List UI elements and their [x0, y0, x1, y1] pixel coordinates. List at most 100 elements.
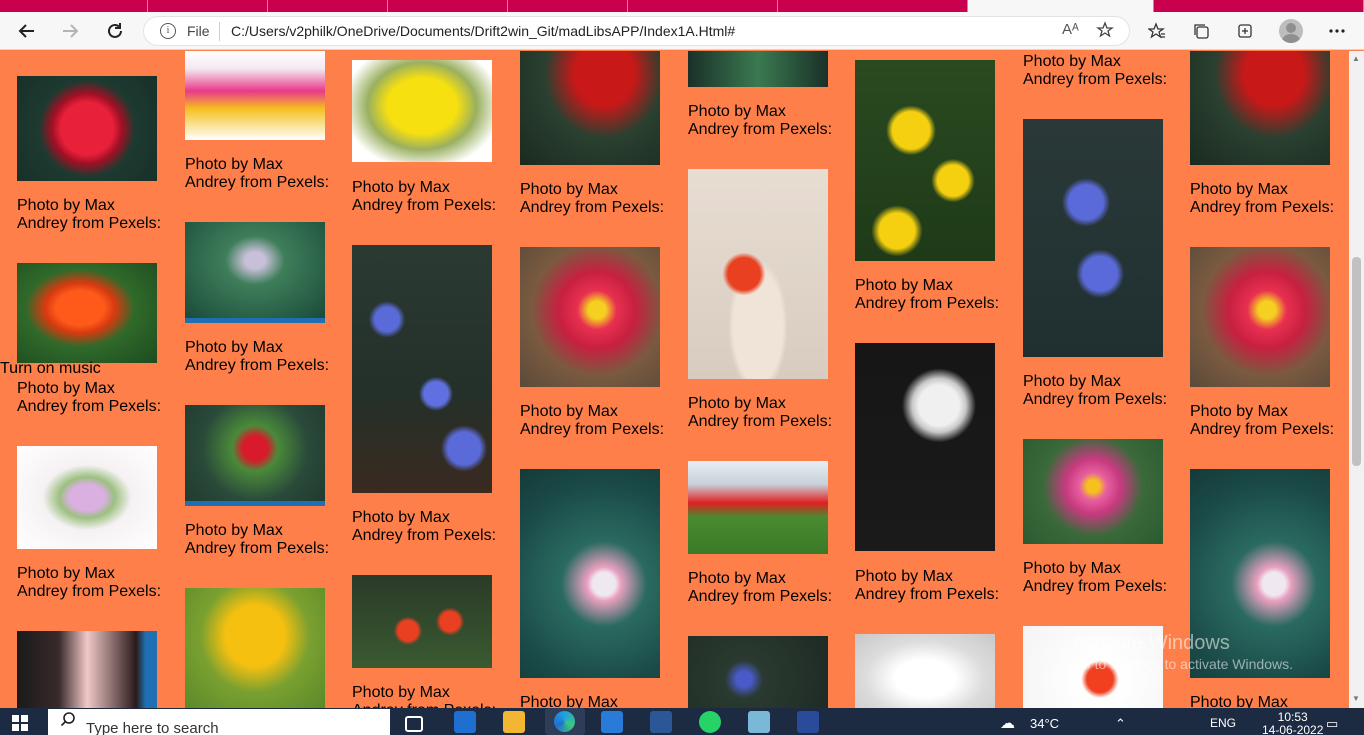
photo-caption: Photo by Max Andrey from Pexels:	[1190, 181, 1335, 216]
photo-caption: Photo by Max Andrey from Pexels:	[185, 522, 330, 557]
store-icon[interactable]	[601, 711, 623, 733]
photo-caption: Photo by Max Andrey from Pexels:	[1190, 694, 1288, 708]
browser-tab[interactable]	[388, 0, 508, 12]
photo-caption: Photo by Max Andrey from Pexels:	[17, 380, 162, 415]
photo-caption: Photo by Max Andrey from Pexels:	[17, 565, 162, 600]
photo-caption: Photo by Max Andrey from Pexels:	[688, 103, 833, 138]
more-icon[interactable]	[1322, 16, 1352, 46]
scroll-down-icon[interactable]: ▼	[1352, 694, 1360, 703]
flower-photo	[855, 634, 995, 708]
forward-arrow-icon[interactable]	[55, 16, 85, 46]
flower-photo	[688, 461, 828, 554]
flower-photo	[17, 76, 157, 181]
browser-tab[interactable]	[268, 0, 388, 12]
photo-caption: Photo by Max Andrey from Pexels:	[688, 570, 833, 605]
read-aloud-icon[interactable]: Aᴬ	[1062, 21, 1079, 38]
powershell-icon[interactable]	[797, 711, 819, 733]
browser-tab[interactable]	[1154, 0, 1364, 12]
tray-chevron-up-icon[interactable]: ⌃	[1115, 716, 1126, 732]
refresh-icon[interactable]	[100, 16, 130, 46]
scroll-up-icon[interactable]: ▲	[1352, 54, 1360, 63]
photo-caption: Photo by Max Andrey from Pexels:	[520, 403, 665, 438]
system-clock[interactable]: 10:53 14-06-2022	[1262, 711, 1323, 735]
flower-photo	[185, 588, 325, 708]
flower-photo	[1190, 247, 1330, 387]
address-bar[interactable]: i File C:/Users/v2philk/OneDrive/Documen…	[143, 16, 1130, 46]
page-viewport: Photo by Max Andrey from Pexels: Turn on…	[0, 51, 1349, 708]
scrollbar-thumb[interactable]	[1352, 257, 1361, 466]
search-icon	[60, 711, 76, 732]
weather-temperature[interactable]: 34°C	[1030, 716, 1059, 731]
taskbar: Type here to search ☁ 34°C ⌃ ENG 10:53 1…	[0, 708, 1364, 735]
flower-photo	[185, 51, 325, 140]
flower-photo	[1023, 119, 1163, 357]
address-divider	[219, 22, 220, 41]
photo-caption: Photo by Max Andrey from Pexels:	[352, 684, 496, 708]
info-icon[interactable]: i	[160, 23, 176, 39]
flower-photo	[688, 169, 828, 379]
photo-caption: Photo by Max Andrey from Pexels:	[855, 277, 1000, 312]
favorites-icon[interactable]	[1142, 16, 1172, 46]
photo-caption: Photo by Max Andrey from Pexels:	[688, 395, 833, 430]
word-icon[interactable]	[650, 711, 672, 733]
extensions-icon[interactable]	[1230, 16, 1260, 46]
turn-on-music-link[interactable]: Turn on music	[0, 360, 101, 378]
flower-photo	[17, 263, 157, 363]
taskbar-search-box[interactable]: Type here to search	[48, 709, 390, 735]
flower-photo	[352, 245, 492, 493]
browser-tab[interactable]	[508, 0, 628, 12]
browser-tab-active[interactable]	[968, 0, 1154, 12]
flower-photo	[352, 60, 492, 162]
photo-caption: Photo by Max Andrey from Pexels:	[520, 181, 665, 216]
weather-icon[interactable]: ☁	[1000, 714, 1015, 732]
back-arrow-icon[interactable]	[12, 16, 42, 46]
profile-avatar[interactable]	[1279, 19, 1303, 43]
flower-photo	[17, 446, 157, 549]
photo-caption: Photo by Max Andrey from Pexels:	[1023, 53, 1168, 88]
photo-caption: Photo by Max Andrey from Pexels:	[17, 197, 162, 232]
photo-caption: Photo by Max Andrey from Pexels:	[185, 156, 330, 191]
browser-tab[interactable]	[778, 0, 968, 12]
browser-tab[interactable]	[0, 0, 148, 12]
photo-caption: Photo by Max Andrey from Pexels:	[520, 694, 618, 708]
task-view-icon[interactable]	[405, 716, 423, 732]
tab-strip	[0, 0, 1364, 12]
flower-photo	[185, 222, 325, 323]
mail-icon[interactable]	[454, 711, 476, 733]
browser-tab[interactable]	[148, 0, 268, 12]
flower-photo	[17, 631, 157, 708]
address-url[interactable]: C:/Users/v2philk/OneDrive/Documents/Drif…	[231, 23, 735, 39]
photo-caption: Photo by Max Andrey from Pexels:	[1023, 373, 1168, 408]
flower-photo	[1023, 439, 1163, 544]
edge-browser-icon[interactable]	[545, 708, 585, 735]
collections-icon[interactable]	[1186, 16, 1216, 46]
activation-watermark-title: Activate Windows	[1072, 632, 1230, 654]
clock-date: 14-06-2022	[1262, 723, 1324, 735]
photo-caption: Photo by Max Andrey from Pexels:	[1023, 560, 1168, 595]
flower-photo	[1190, 51, 1330, 165]
flower-photo	[855, 343, 995, 551]
app-icon[interactable]	[748, 711, 770, 733]
flower-photo	[855, 60, 995, 261]
search-placeholder: Type here to search	[86, 720, 219, 735]
flower-photo	[688, 51, 828, 87]
activation-watermark-subtitle: Go to Settings to activate Windows.	[1072, 656, 1293, 672]
windows-start-icon[interactable]	[12, 715, 28, 731]
photo-caption: Photo by Max Andrey from Pexels:	[1190, 403, 1335, 438]
photo-caption: Photo by Max Andrey from Pexels:	[352, 179, 497, 214]
page-scrollbar[interactable]: ▲ ▼	[1349, 51, 1364, 708]
photo-caption: Photo by Max Andrey from Pexels:	[855, 568, 1000, 603]
flower-photo	[520, 51, 660, 165]
flower-photo	[185, 405, 325, 506]
flower-photo	[520, 247, 660, 387]
flower-photo	[688, 636, 828, 708]
photo-caption: Photo by Max Andrey from Pexels:	[185, 339, 330, 374]
browser-toolbar: i File C:/Users/v2philk/OneDrive/Documen…	[0, 12, 1364, 50]
flower-photo	[520, 469, 660, 678]
whatsapp-icon[interactable]	[699, 711, 721, 733]
file-explorer-icon[interactable]	[503, 711, 525, 733]
browser-tab[interactable]	[628, 0, 778, 12]
language-indicator[interactable]: ENG	[1210, 716, 1236, 730]
notifications-icon[interactable]: ▭	[1326, 716, 1338, 732]
add-favorite-icon[interactable]	[1096, 21, 1114, 43]
